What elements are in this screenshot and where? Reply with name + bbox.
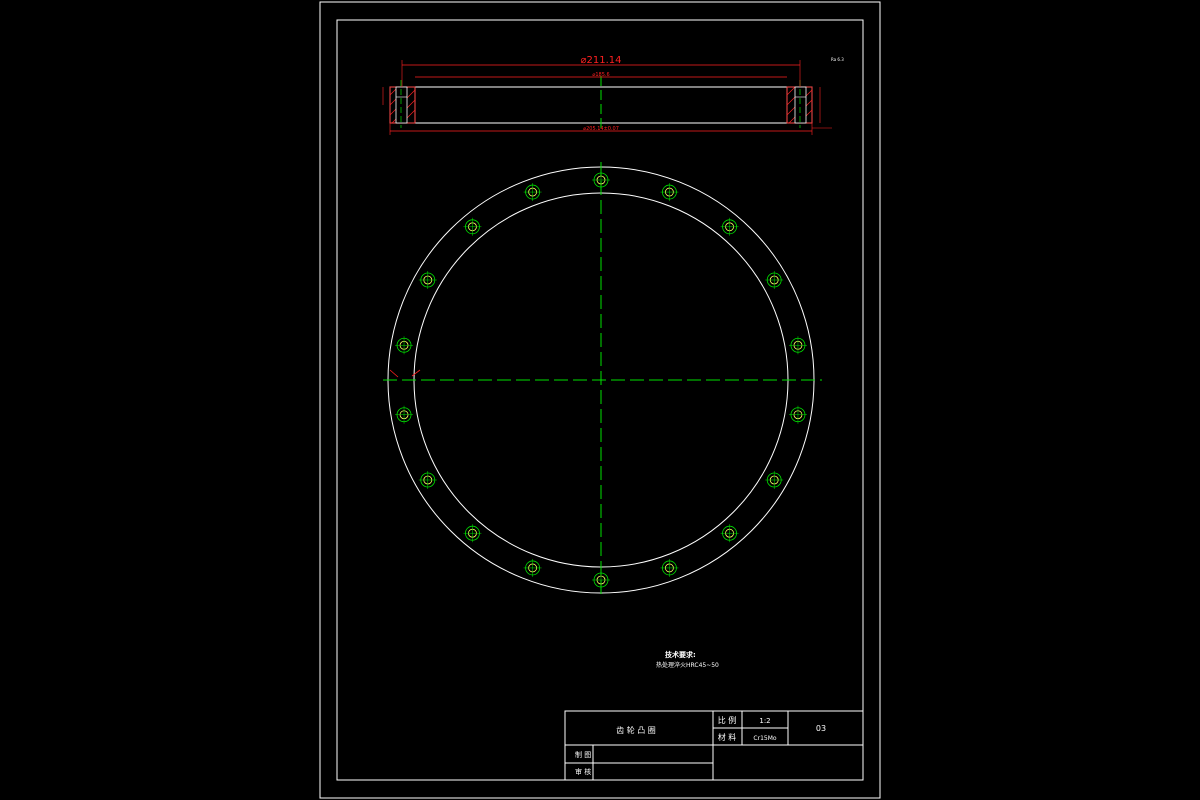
bolt-hole [720,524,739,543]
bolt-hole [788,405,807,424]
bolt-hole [720,217,739,236]
section-view: ⌀211.14 ⌀185.6 ⌀205.14±0.07 Ra 6.3 [382,55,844,135]
section-bolt-hole-left [395,86,408,124]
bolt-hole [592,171,610,189]
bolt-hole [463,217,482,236]
part-name: 齿 轮 凸 圈 [616,725,656,735]
scale-value: 1:2 [759,717,770,725]
bolt-hole [660,558,679,577]
material-label: 材 料 [718,732,737,742]
bolt-hole [660,183,679,202]
cad-drawing-canvas: ⌀211.14 ⌀185.6 ⌀205.14±0.07 Ra 6.3 技术要求:… [319,1,881,799]
drafter-label: 制 图 [575,750,591,759]
bolt-hole [788,336,807,355]
technical-requirements: 技术要求: 热处理淬火HRC45~50 [656,650,719,669]
bolt-hole [523,183,542,202]
material-value: Cr15Mo [753,735,776,742]
bolt-hole [523,558,542,577]
bolt-hole [395,405,414,424]
section-bolt-hole-right [794,86,807,124]
bolt-hole [395,336,414,355]
scale-label: 比 例 [718,715,737,725]
bolt-hole [765,271,784,289]
tech-req-heading: 技术要求: [665,650,696,659]
title-block [564,710,864,781]
bolt-hole [765,471,784,489]
tech-req-line-1: 热处理淬火HRC45~50 [656,661,719,669]
dim-bottom: ⌀205.14±0.07 [583,126,619,132]
drawing-number: 03 [816,724,826,733]
dim-outer-diameter: ⌀211.14 [580,55,621,66]
checker-label: 审 核 [575,767,591,776]
bolt-hole [418,471,437,489]
bolt-hole [418,271,437,289]
plan-view [383,162,822,598]
bolt-hole [463,524,482,543]
dim-inner-diameter: ⌀185.6 [592,72,609,78]
inner-border [336,19,864,781]
roughness-note: Ra 6.3 [831,57,844,62]
bolt-hole [592,571,610,589]
